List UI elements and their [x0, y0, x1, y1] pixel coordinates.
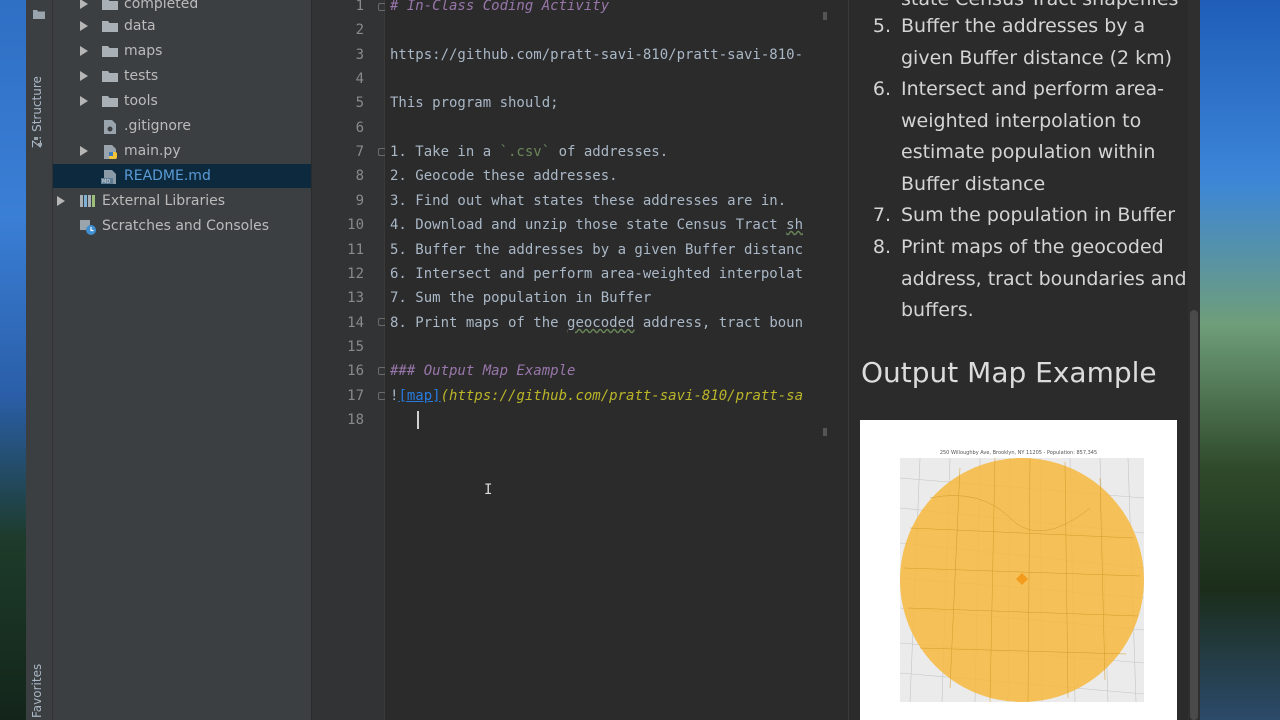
gitignore-file-icon	[104, 120, 116, 134]
line-number-gutter: 1 2 3 4 5 6 7 8 9 10 11 12 13 14 15 16 1…	[312, 0, 405, 720]
line-number: 2	[355, 22, 364, 38]
preview-heading: Output Map Example	[861, 356, 1157, 389]
editor-marker-icon	[823, 428, 827, 436]
expand-arrow-icon[interactable]	[80, 96, 88, 106]
expand-arrow-icon[interactable]	[80, 46, 88, 56]
map-caption: 250 Willoughby Ave, Brooklyn, NY 11205 -…	[939, 450, 1098, 456]
svg-text:MD: MD	[102, 179, 110, 185]
preview-scrollbar[interactable]	[1188, 0, 1200, 720]
tree-item-scratches[interactable]: Scratches and Consoles	[53, 214, 311, 238]
tool-window-strip: Z: Structure Favorites	[26, 0, 53, 720]
line-number: 18	[347, 412, 364, 428]
map-image: 250 Willoughby Ave, Brooklyn, NY 11205 -…	[860, 420, 1177, 720]
tree-item-data[interactable]: data	[53, 14, 311, 38]
editor-marker-icon	[823, 12, 827, 20]
code-line-12[interactable]: 6. Intersect and perform area-weighted i…	[390, 262, 803, 286]
code-line-7[interactable]: 1. Take in a `.csv` of addresses.	[390, 140, 668, 164]
line-number: 15	[347, 339, 364, 355]
expand-arrow-icon[interactable]	[80, 71, 88, 81]
line-number: 11	[347, 242, 364, 258]
python-file-icon	[104, 145, 117, 159]
line-number: 17	[347, 388, 364, 404]
folder-icon	[102, 46, 118, 57]
code-line-5[interactable]: This program should;	[390, 91, 559, 115]
line-number: 12	[347, 266, 364, 282]
tree-item-maps[interactable]: maps	[53, 39, 311, 63]
line-number: 5	[355, 95, 364, 111]
folder-icon	[102, 21, 118, 32]
line-number: 14	[347, 315, 364, 331]
scrollbar-thumb[interactable]	[1190, 310, 1198, 720]
favorites-tab[interactable]: Favorites	[30, 664, 44, 718]
library-icon	[80, 195, 95, 207]
project-tree: completed data maps tests tools .gitigno…	[53, 0, 312, 720]
structure-icon	[34, 137, 42, 146]
buffer-map	[900, 458, 1144, 702]
code-line-1[interactable]: # In-Class Coding Activity	[390, 0, 609, 18]
expand-arrow-icon[interactable]	[80, 146, 88, 156]
folder-icon[interactable]	[32, 8, 46, 20]
code-line-17[interactable]: ![map](https://github.com/pratt-savi-810…	[390, 384, 803, 408]
line-number: 8	[355, 168, 364, 184]
tree-item-readme-md[interactable]: MD README.md	[53, 164, 311, 188]
code-line-3[interactable]: https://github.com/pratt-savi-810/pratt-…	[390, 43, 803, 67]
tree-item-gitignore[interactable]: .gitignore	[53, 114, 311, 138]
scratches-icon	[80, 220, 96, 235]
expand-arrow-icon[interactable]	[80, 21, 88, 31]
line-number: 1	[355, 0, 364, 14]
code-line-10[interactable]: 4. Download and unzip those state Census…	[390, 213, 803, 237]
ide-window: Z: Structure Favorites completed data ma…	[26, 0, 1200, 720]
code-line-11[interactable]: 5. Buffer the addresses by a given Buffe…	[390, 238, 803, 262]
mouse-cursor-icon: I	[484, 482, 493, 498]
desktop-background-right	[1200, 0, 1280, 720]
line-number: 7	[355, 144, 364, 160]
desktop-background-left	[0, 0, 26, 720]
expand-arrow-icon[interactable]	[80, 0, 88, 9]
code-line-14[interactable]: 8. Print maps of the geocoded address, t…	[390, 311, 803, 335]
line-number: 10	[347, 217, 364, 233]
folder-icon	[102, 96, 118, 107]
code-editor[interactable]: # In-Class Coding Activity https://githu…	[385, 0, 848, 720]
tree-item-main-py[interactable]: main.py	[53, 139, 311, 163]
line-number: 13	[347, 290, 364, 306]
expand-arrow-icon[interactable]	[57, 196, 65, 206]
markdown-file-icon: MD	[101, 170, 116, 185]
folder-icon	[102, 71, 118, 82]
line-number: 16	[347, 363, 364, 379]
tree-item-tests[interactable]: tests	[53, 64, 311, 88]
code-line-16[interactable]: ### Output Map Example	[390, 359, 575, 383]
code-line-8[interactable]: 2. Geocode these addresses.	[390, 164, 618, 188]
tree-item-external-libraries[interactable]: External Libraries	[53, 189, 311, 213]
line-number: 3	[355, 47, 364, 63]
line-number: 9	[355, 193, 364, 209]
code-line-9[interactable]: 3. Find out what states these addresses …	[390, 189, 786, 213]
tree-item-tools[interactable]: tools	[53, 89, 311, 113]
markdown-preview: state Census Tract shapefiles 5. Buffer …	[848, 0, 1189, 720]
line-number: 4	[355, 71, 364, 87]
line-number: 6	[355, 120, 364, 136]
code-line-13[interactable]: 7. Sum the population in Buffer	[390, 286, 651, 310]
folder-icon	[102, 0, 118, 10]
text-caret	[417, 411, 419, 429]
